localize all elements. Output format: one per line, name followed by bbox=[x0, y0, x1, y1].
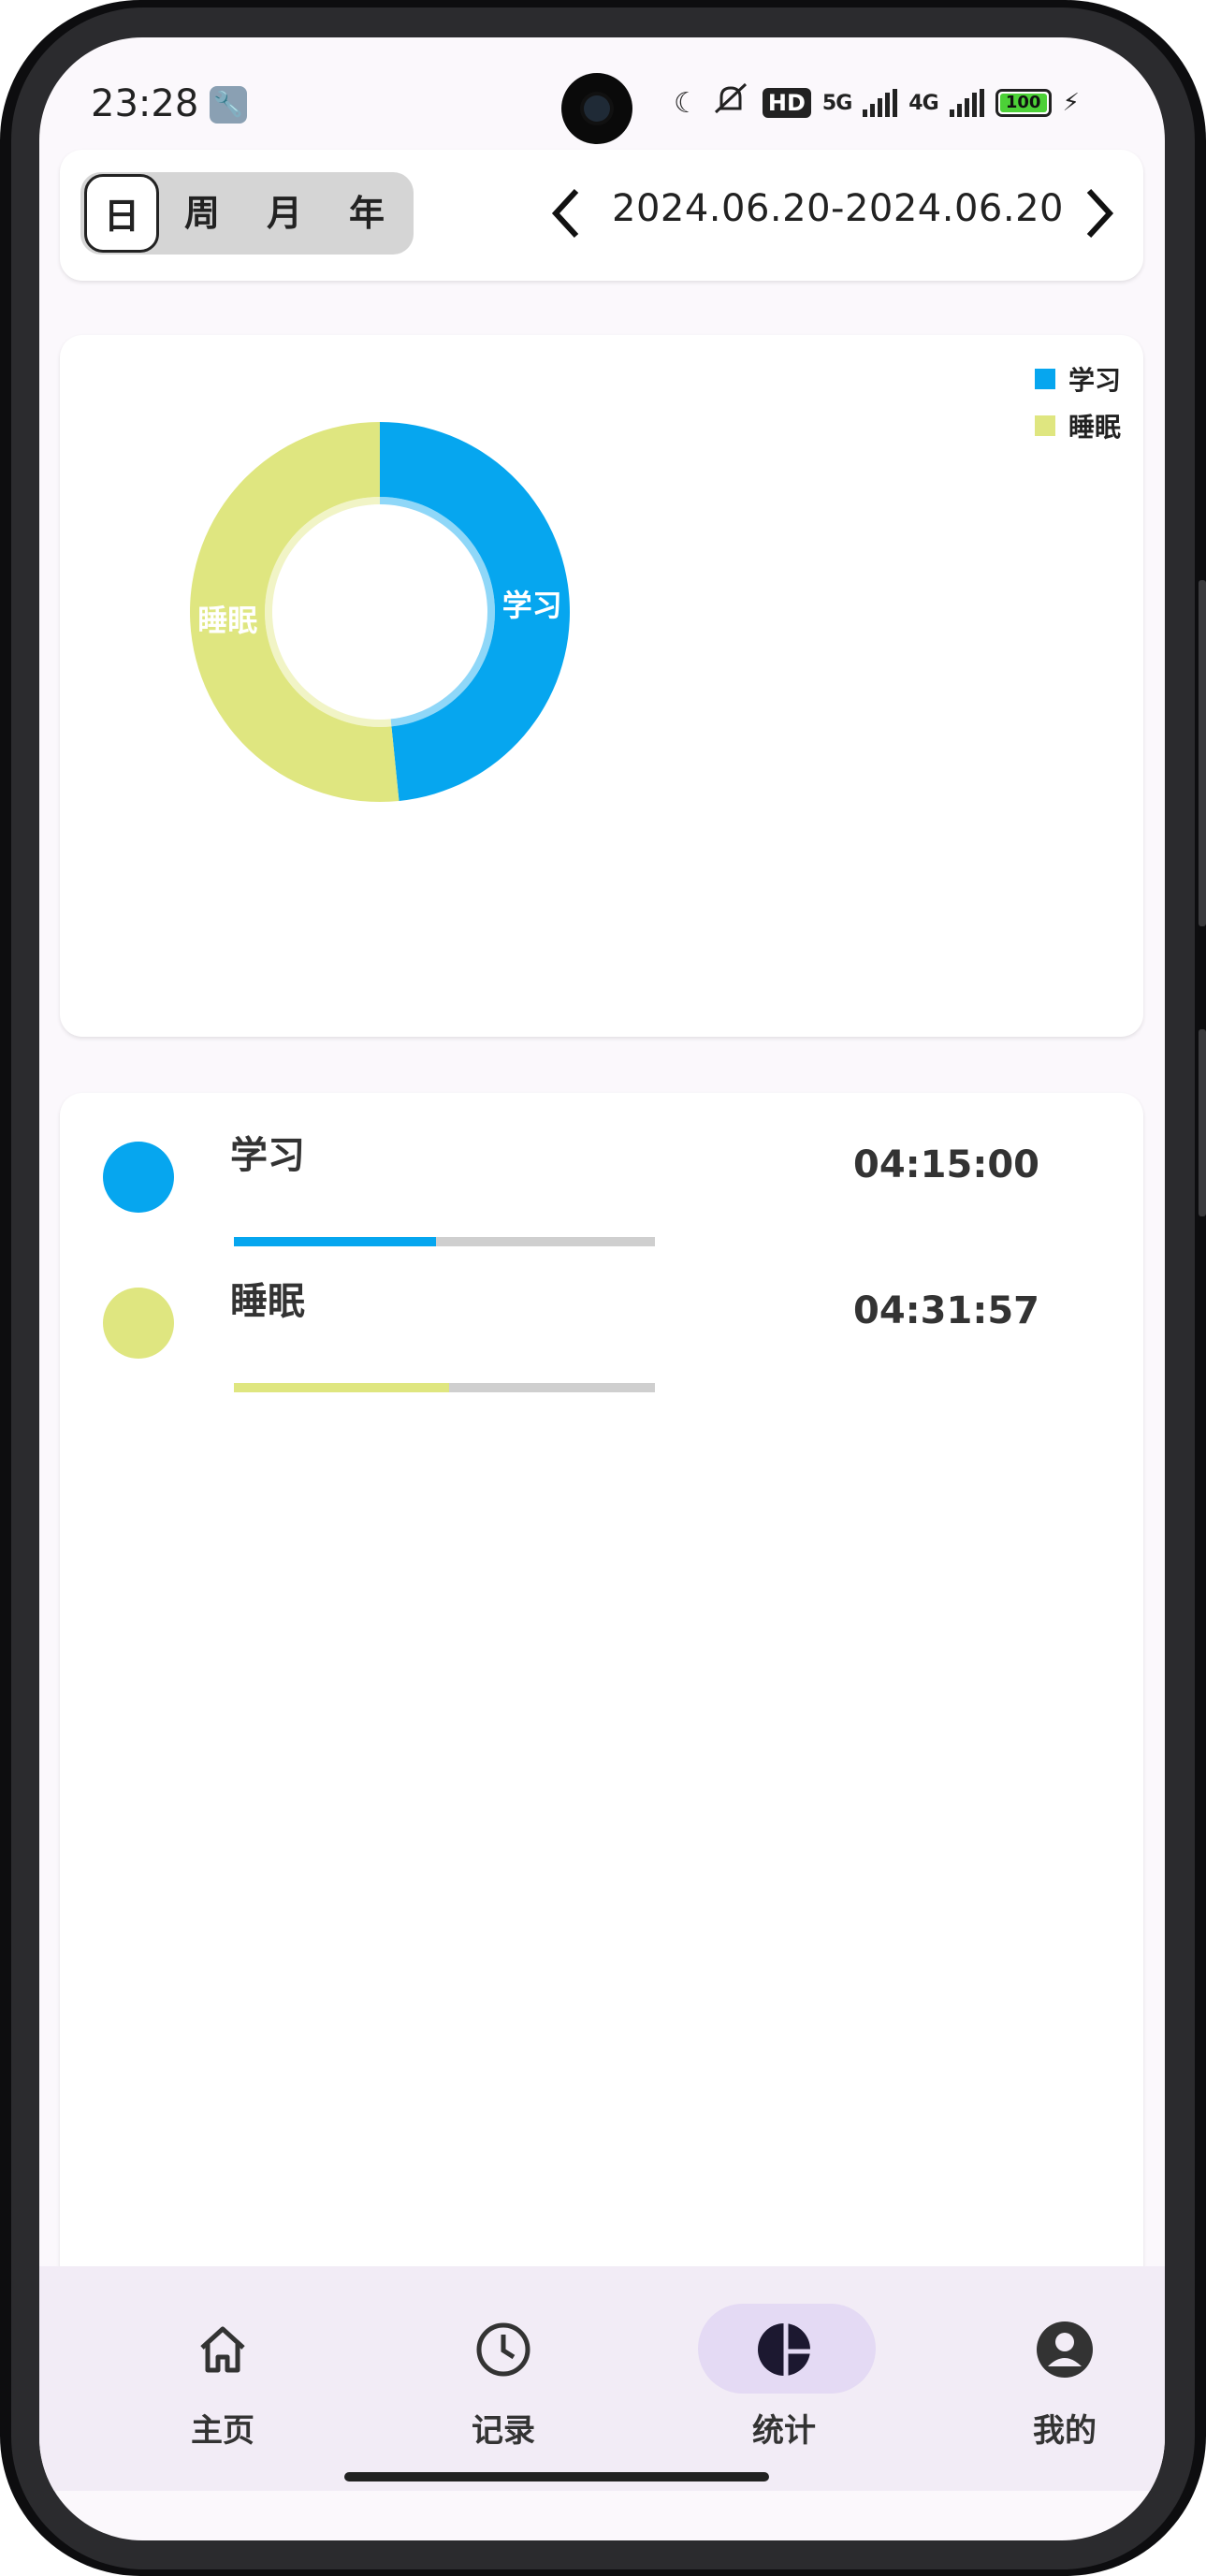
legend-item-study: 学习 bbox=[1034, 356, 1121, 402]
side-button-volume bbox=[1199, 580, 1206, 926]
donut-slice-label: 学习 bbox=[502, 588, 562, 623]
header-card: 日 周 月 年 2024.06.20-2024.06.20 bbox=[60, 150, 1143, 281]
donut-slice-label: 睡眠 bbox=[197, 603, 257, 638]
period-option-month[interactable]: 月 bbox=[247, 172, 322, 255]
nav-item-records[interactable]: 记录 bbox=[400, 2266, 606, 2491]
progress-track bbox=[234, 1237, 655, 1246]
home-icon bbox=[120, 2317, 326, 2382]
category-label: 学习 bbox=[230, 1134, 305, 1177]
category-color-dot bbox=[103, 1142, 174, 1213]
nav-label-stats: 统计 bbox=[752, 2412, 816, 2450]
legend-swatch-study bbox=[1034, 369, 1055, 389]
nav-item-stats[interactable]: 统计 bbox=[681, 2266, 887, 2491]
chevron-right-icon[interactable] bbox=[1082, 185, 1119, 253]
side-button-power bbox=[1199, 1029, 1206, 1216]
status-bar: 23:28 🔧 ☾ HD 5G 4G 100 ⚡ bbox=[39, 37, 1165, 168]
period-option-day[interactable]: 日 bbox=[84, 174, 159, 253]
front-camera bbox=[561, 73, 632, 144]
period-option-year[interactable]: 年 bbox=[329, 172, 404, 255]
account-icon bbox=[962, 2317, 1165, 2382]
nav-label-home: 主页 bbox=[191, 2412, 254, 2450]
summary-row[interactable]: 学习 04:15:00 bbox=[60, 1121, 1122, 1261]
chevron-left-icon[interactable] bbox=[546, 185, 584, 253]
category-label: 睡眠 bbox=[230, 1280, 305, 1323]
progress-track bbox=[234, 1383, 655, 1392]
legend-item-sleep: 睡眠 bbox=[1034, 402, 1121, 449]
legend-label-sleep: 睡眠 bbox=[1068, 412, 1121, 443]
donut-chart: 学习 睡眠 bbox=[190, 422, 570, 802]
battery-level: 100 bbox=[1005, 93, 1041, 112]
nav-item-profile[interactable]: 我的 bbox=[962, 2266, 1165, 2491]
progress-fill bbox=[234, 1383, 449, 1392]
signal-5g-icon bbox=[863, 89, 898, 117]
category-duration: 04:15:00 bbox=[853, 1143, 1039, 1186]
nav-label-records: 记录 bbox=[472, 2412, 535, 2450]
wrench-icon: 🔧 bbox=[210, 86, 247, 124]
mute-icon bbox=[710, 80, 751, 125]
battery-icon: 100 bbox=[995, 89, 1052, 117]
pie-chart-icon bbox=[681, 2317, 887, 2382]
moon-icon: ☾ bbox=[674, 86, 699, 120]
nav-item-home[interactable]: 主页 bbox=[120, 2266, 326, 2491]
hd-voice-icon: HD bbox=[762, 88, 811, 118]
period-option-week[interactable]: 周 bbox=[165, 172, 240, 255]
chart-card: 学习 睡眠 学习 睡眠 bbox=[60, 335, 1143, 1037]
clock-icon bbox=[400, 2317, 606, 2382]
bottom-navigation: 主页 记录 统计 我的 bbox=[39, 2266, 1165, 2491]
nav-label-profile: 我的 bbox=[1033, 2412, 1097, 2450]
home-indicator[interactable] bbox=[344, 2472, 769, 2481]
category-duration: 04:31:57 bbox=[853, 1289, 1039, 1332]
period-selector: 日 周 月 年 bbox=[80, 172, 414, 255]
summary-card: 学习 04:15:00 睡眠 04:31:57 bbox=[60, 1093, 1143, 2291]
charging-icon: ⚡ bbox=[1062, 89, 1080, 117]
signal-5g-label: 5G bbox=[821, 91, 852, 115]
status-icons: ☾ HD 5G 4G 100 ⚡ bbox=[674, 82, 1080, 124]
category-color-dot bbox=[103, 1288, 174, 1359]
summary-row[interactable]: 睡眠 04:31:57 bbox=[60, 1267, 1122, 1407]
legend-label-study: 学习 bbox=[1068, 365, 1121, 396]
progress-fill bbox=[234, 1237, 436, 1246]
legend-swatch-sleep bbox=[1034, 415, 1055, 436]
chart-legend: 学习 睡眠 bbox=[1034, 356, 1121, 449]
date-range: 2024.06.20-2024.06.20 bbox=[612, 187, 1064, 230]
signal-4g-icon bbox=[949, 89, 984, 117]
signal-4g-label: 4G bbox=[908, 91, 938, 115]
screen: 23:28 🔧 ☾ HD 5G 4G 100 ⚡ 日 周 月 年 2024.06… bbox=[39, 37, 1165, 2540]
status-time: 23:28 bbox=[91, 82, 199, 125]
